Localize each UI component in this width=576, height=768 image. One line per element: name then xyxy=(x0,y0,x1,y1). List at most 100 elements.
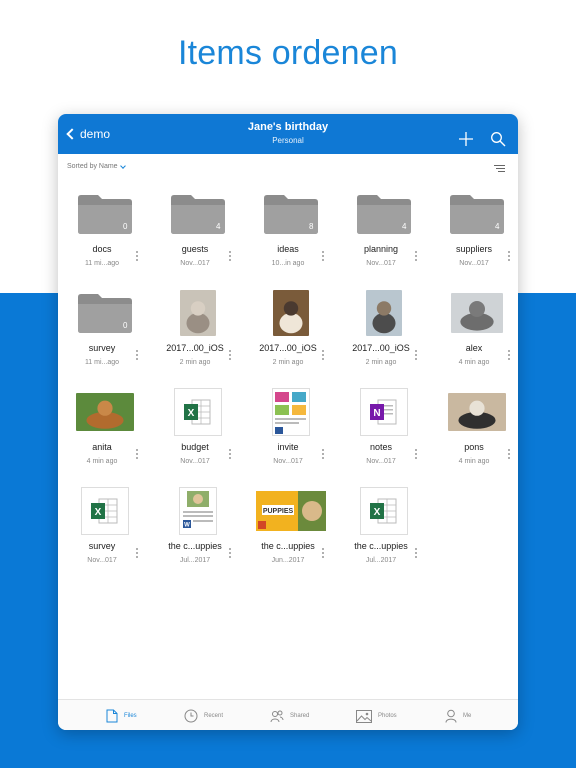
more-options-icon[interactable] xyxy=(506,448,512,460)
sort-dropdown[interactable]: Sorted by Name xyxy=(67,162,126,170)
more-options-icon[interactable] xyxy=(134,547,140,559)
file-modified: 4 min ago xyxy=(86,458,118,465)
excel-document-icon: X xyxy=(58,485,151,537)
folder-icon: 0 xyxy=(58,188,151,240)
svg-text:N: N xyxy=(373,408,380,419)
tab-shared-label: Shared xyxy=(290,713,310,719)
svg-text:X: X xyxy=(373,507,380,518)
file-name: the c...uppies xyxy=(354,541,408,551)
view-options-icon[interactable] xyxy=(494,165,505,172)
file-tile[interactable]: invite Nov...017 xyxy=(244,378,337,477)
clock-icon xyxy=(184,709,198,723)
file-tile[interactable]: 2017...00_iOS 2 min ago xyxy=(244,279,337,378)
back-button[interactable]: demo xyxy=(66,127,110,141)
more-options-icon[interactable] xyxy=(506,250,512,262)
folder-item-count: 8 xyxy=(309,222,314,231)
more-options-icon[interactable] xyxy=(320,547,326,559)
folder-icon: 4 xyxy=(430,188,518,240)
more-options-icon[interactable] xyxy=(320,349,326,361)
file-modified: Jul...2017 xyxy=(365,557,397,564)
add-icon[interactable] xyxy=(458,131,474,147)
file-tile[interactable]: Xbudget Nov...017 xyxy=(151,378,244,477)
file-modified: Nov...017 xyxy=(180,458,210,465)
more-options-icon[interactable] xyxy=(320,448,326,460)
file-name: alex xyxy=(465,343,483,353)
excel-document-icon: X xyxy=(151,386,244,438)
sort-label: Sorted by Name xyxy=(67,163,118,170)
file-modified: Nov...017 xyxy=(273,458,303,465)
file-modified: Nov...017 xyxy=(87,557,117,564)
tab-shared[interactable]: Shared xyxy=(270,706,309,726)
file-name: guests xyxy=(181,244,209,254)
file-modified: Nov...017 xyxy=(459,260,489,267)
search-icon[interactable] xyxy=(490,131,506,147)
file-name: suppliers xyxy=(455,244,493,254)
folder-icon: 8 xyxy=(244,188,337,240)
photo-thumbnail xyxy=(151,287,244,339)
folder-item-count: 0 xyxy=(123,321,128,330)
tab-me[interactable]: Me xyxy=(445,706,471,726)
photo-thumbnail xyxy=(430,287,518,339)
file-tile[interactable]: 2017...00_iOS 2 min ago xyxy=(151,279,244,378)
file-name: the c...uppies xyxy=(261,541,315,551)
file-name: anita xyxy=(92,442,112,452)
tab-bar: Files Recent Shared Photos Me xyxy=(58,699,518,730)
file-tile[interactable]: alex 4 min ago xyxy=(430,279,518,378)
more-options-icon[interactable] xyxy=(227,250,233,262)
folder-icon: 4 xyxy=(337,188,430,240)
tab-files[interactable]: Files xyxy=(106,706,137,726)
more-options-icon[interactable] xyxy=(413,349,419,361)
more-options-icon[interactable] xyxy=(227,349,233,361)
person-icon xyxy=(445,709,457,723)
file-icon xyxy=(106,709,118,723)
more-options-icon[interactable] xyxy=(413,448,419,460)
more-options-icon[interactable] xyxy=(227,448,233,460)
file-modified: Jun...2017 xyxy=(271,557,305,564)
file-tile[interactable]: pons 4 min ago xyxy=(430,378,518,477)
file-modified: 2 min ago xyxy=(272,359,304,366)
folder-item-count: 4 xyxy=(216,222,221,231)
photo-thumbnail xyxy=(337,287,430,339)
chevron-left-icon xyxy=(66,128,78,140)
folder-item-count: 4 xyxy=(495,222,500,231)
more-options-icon[interactable] xyxy=(320,250,326,262)
file-tile[interactable]: 8 ideas 10...in ago xyxy=(244,180,337,279)
more-options-icon[interactable] xyxy=(506,349,512,361)
more-options-icon[interactable] xyxy=(413,547,419,559)
file-modified: Nov...017 xyxy=(180,260,210,267)
file-tile[interactable]: 0 docs 11 mi...ago xyxy=(58,180,151,279)
folder-item-count: 0 xyxy=(123,222,128,231)
svg-text:X: X xyxy=(94,507,101,518)
more-options-icon[interactable] xyxy=(134,448,140,460)
more-options-icon[interactable] xyxy=(134,250,140,262)
file-modified: 10...in ago xyxy=(271,260,305,267)
file-tile[interactable]: 4 suppliers Nov...017 xyxy=(430,180,518,279)
file-tile[interactable]: 4 guests Nov...017 xyxy=(151,180,244,279)
file-tile[interactable]: Xsurvey Nov...017 xyxy=(58,477,151,576)
back-label: demo xyxy=(80,127,111,141)
file-tile[interactable]: PUPPIES the c...uppies Jun...2017 xyxy=(244,477,337,576)
folder-icon: 4 xyxy=(151,188,244,240)
more-options-icon[interactable] xyxy=(227,547,233,559)
file-tile[interactable]: Nnotes Nov...017 xyxy=(337,378,430,477)
chevron-down-icon xyxy=(119,162,126,169)
file-tile[interactable]: 0 survey 11 mi...ago xyxy=(58,279,151,378)
file-tile[interactable]: Wthe c...uppies Jul...2017 xyxy=(151,477,244,576)
more-options-icon[interactable] xyxy=(134,349,140,361)
word-document-icon: W xyxy=(151,485,244,537)
photo-thumbnail xyxy=(430,386,518,438)
tab-photos[interactable]: Photos xyxy=(356,706,397,726)
file-name: docs xyxy=(92,244,112,254)
file-modified: 2 min ago xyxy=(179,359,211,366)
excel-document-icon: X xyxy=(337,485,430,537)
file-tile[interactable]: 2017...00_iOS 2 min ago xyxy=(337,279,430,378)
file-name: planning xyxy=(363,244,399,254)
tab-recent[interactable]: Recent xyxy=(184,706,223,726)
file-tile[interactable]: 4 planning Nov...017 xyxy=(337,180,430,279)
file-tile[interactable]: anita 4 min ago xyxy=(58,378,151,477)
file-modified: 11 mi...ago xyxy=(84,260,120,267)
file-tile[interactable]: Xthe c...uppies Jul...2017 xyxy=(337,477,430,576)
navigation-bar: demo Jane's birthday Personal xyxy=(58,114,518,154)
more-options-icon[interactable] xyxy=(413,250,419,262)
file-modified: Nov...017 xyxy=(366,458,396,465)
